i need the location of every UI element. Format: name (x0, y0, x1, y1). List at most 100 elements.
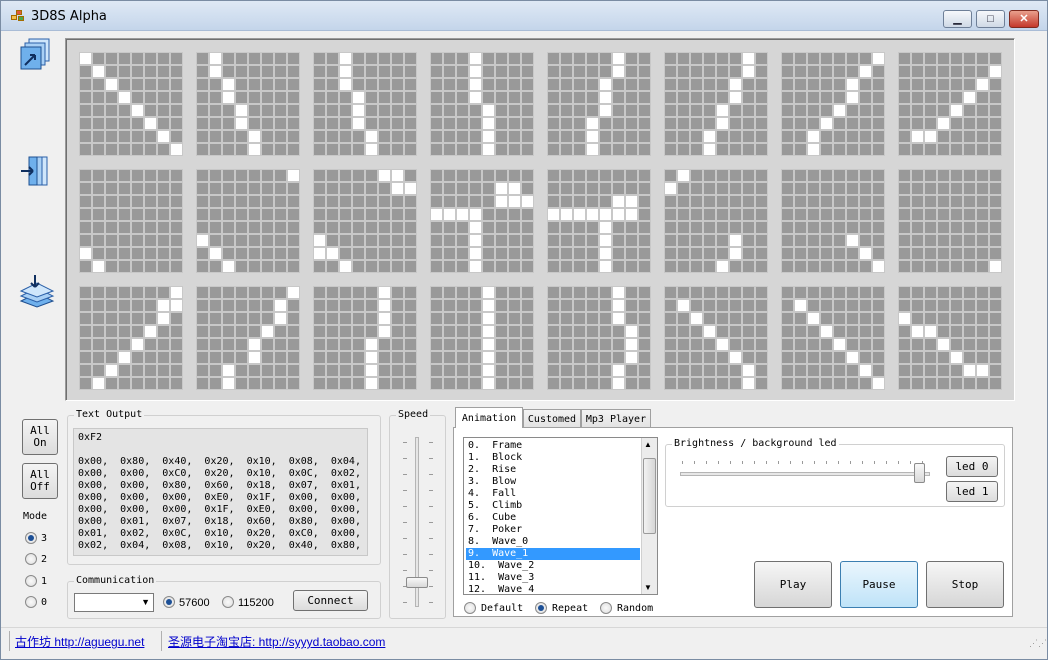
led-cell[interactable] (261, 247, 274, 260)
led-cell[interactable] (638, 312, 651, 325)
led-cell[interactable] (170, 130, 183, 143)
led-cell[interactable] (794, 91, 807, 104)
led-cell[interactable] (560, 130, 573, 143)
led-cell[interactable] (352, 182, 365, 195)
led-cell[interactable] (222, 286, 235, 299)
led-cell[interactable] (794, 104, 807, 117)
led-cell[interactable] (560, 338, 573, 351)
led-cell[interactable] (274, 117, 287, 130)
led-cell[interactable] (859, 299, 872, 312)
led-cell[interactable] (274, 377, 287, 390)
led-cell[interactable] (963, 312, 976, 325)
led-cell[interactable] (482, 377, 495, 390)
led-cell[interactable] (443, 104, 456, 117)
tab-mp3-player[interactable]: Mp3 Player (581, 409, 651, 428)
led-cell[interactable] (79, 260, 92, 273)
led-cell[interactable] (872, 52, 885, 65)
led-cell[interactable] (612, 351, 625, 364)
led-cell[interactable] (963, 65, 976, 78)
led-cell[interactable] (859, 65, 872, 78)
led-cell[interactable] (690, 234, 703, 247)
led-cell[interactable] (209, 65, 222, 78)
led-cell[interactable] (482, 52, 495, 65)
led-cell[interactable] (430, 104, 443, 117)
led-cell[interactable] (625, 247, 638, 260)
led-cell[interactable] (664, 312, 677, 325)
led-cell[interactable] (144, 377, 157, 390)
led-cell[interactable] (443, 52, 456, 65)
led-cell[interactable] (313, 52, 326, 65)
led-cell[interactable] (378, 143, 391, 156)
led-cell[interactable] (599, 143, 612, 156)
led-cell[interactable] (898, 65, 911, 78)
led-cell[interactable] (599, 247, 612, 260)
led-cell[interactable] (547, 65, 560, 78)
led-cell[interactable] (729, 182, 742, 195)
led-cell[interactable] (820, 208, 833, 221)
led-cell[interactable] (976, 234, 989, 247)
led-cell[interactable] (820, 364, 833, 377)
led-cell[interactable] (937, 312, 950, 325)
led-cell[interactable] (92, 117, 105, 130)
led-cell[interactable] (443, 169, 456, 182)
led-cell[interactable] (976, 364, 989, 377)
led-cell[interactable] (807, 130, 820, 143)
led-cell[interactable] (144, 195, 157, 208)
led-cell[interactable] (105, 117, 118, 130)
led-cell[interactable] (547, 325, 560, 338)
led-cell[interactable] (430, 247, 443, 260)
led-cell[interactable] (274, 65, 287, 78)
led-cell[interactable] (144, 169, 157, 182)
led-cell[interactable] (131, 78, 144, 91)
led-cell[interactable] (950, 338, 963, 351)
led-cell[interactable] (222, 377, 235, 390)
led-cell[interactable] (261, 325, 274, 338)
led-cell[interactable] (157, 143, 170, 156)
led-cell[interactable] (144, 364, 157, 377)
led-cell[interactable] (196, 208, 209, 221)
led-cell[interactable] (937, 221, 950, 234)
led-cell[interactable] (274, 195, 287, 208)
led-cell[interactable] (664, 338, 677, 351)
led-cell[interactable] (235, 221, 248, 234)
led-cell[interactable] (157, 351, 170, 364)
led-cell[interactable] (118, 299, 131, 312)
led-cell[interactable] (157, 312, 170, 325)
led-cell[interactable] (105, 364, 118, 377)
led-cell[interactable] (391, 195, 404, 208)
led-cell[interactable] (560, 104, 573, 117)
led-cell[interactable] (170, 338, 183, 351)
led-cell[interactable] (235, 351, 248, 364)
led-cell[interactable] (326, 234, 339, 247)
led-cell[interactable] (716, 377, 729, 390)
led-cell[interactable] (846, 377, 859, 390)
led-cell[interactable] (326, 286, 339, 299)
minimize-button[interactable]: ▁ (943, 10, 972, 28)
led-cell[interactable] (482, 234, 495, 247)
led-cell[interactable] (950, 208, 963, 221)
led-cell[interactable] (248, 208, 261, 221)
led-cell[interactable] (378, 130, 391, 143)
led-cell[interactable] (469, 195, 482, 208)
led-cell[interactable] (313, 299, 326, 312)
led-cell[interactable] (690, 104, 703, 117)
led-cell[interactable] (898, 351, 911, 364)
led-cell[interactable] (560, 78, 573, 91)
led-cell[interactable] (625, 234, 638, 247)
led-cell[interactable] (872, 299, 885, 312)
led-cell[interactable] (573, 195, 586, 208)
led-cell[interactable] (521, 325, 534, 338)
led-cell[interactable] (794, 299, 807, 312)
led-cell[interactable] (339, 364, 352, 377)
led-cell[interactable] (79, 338, 92, 351)
led-cell[interactable] (378, 364, 391, 377)
led-cell[interactable] (222, 351, 235, 364)
led-cell[interactable] (677, 351, 690, 364)
led-cell[interactable] (794, 169, 807, 182)
led-cell[interactable] (482, 247, 495, 260)
led-cell[interactable] (690, 247, 703, 260)
led-cell[interactable] (560, 195, 573, 208)
animation-list-item[interactable]: 11. Wave_3 (466, 572, 640, 584)
led-cell[interactable] (547, 208, 560, 221)
led-cell[interactable] (469, 52, 482, 65)
